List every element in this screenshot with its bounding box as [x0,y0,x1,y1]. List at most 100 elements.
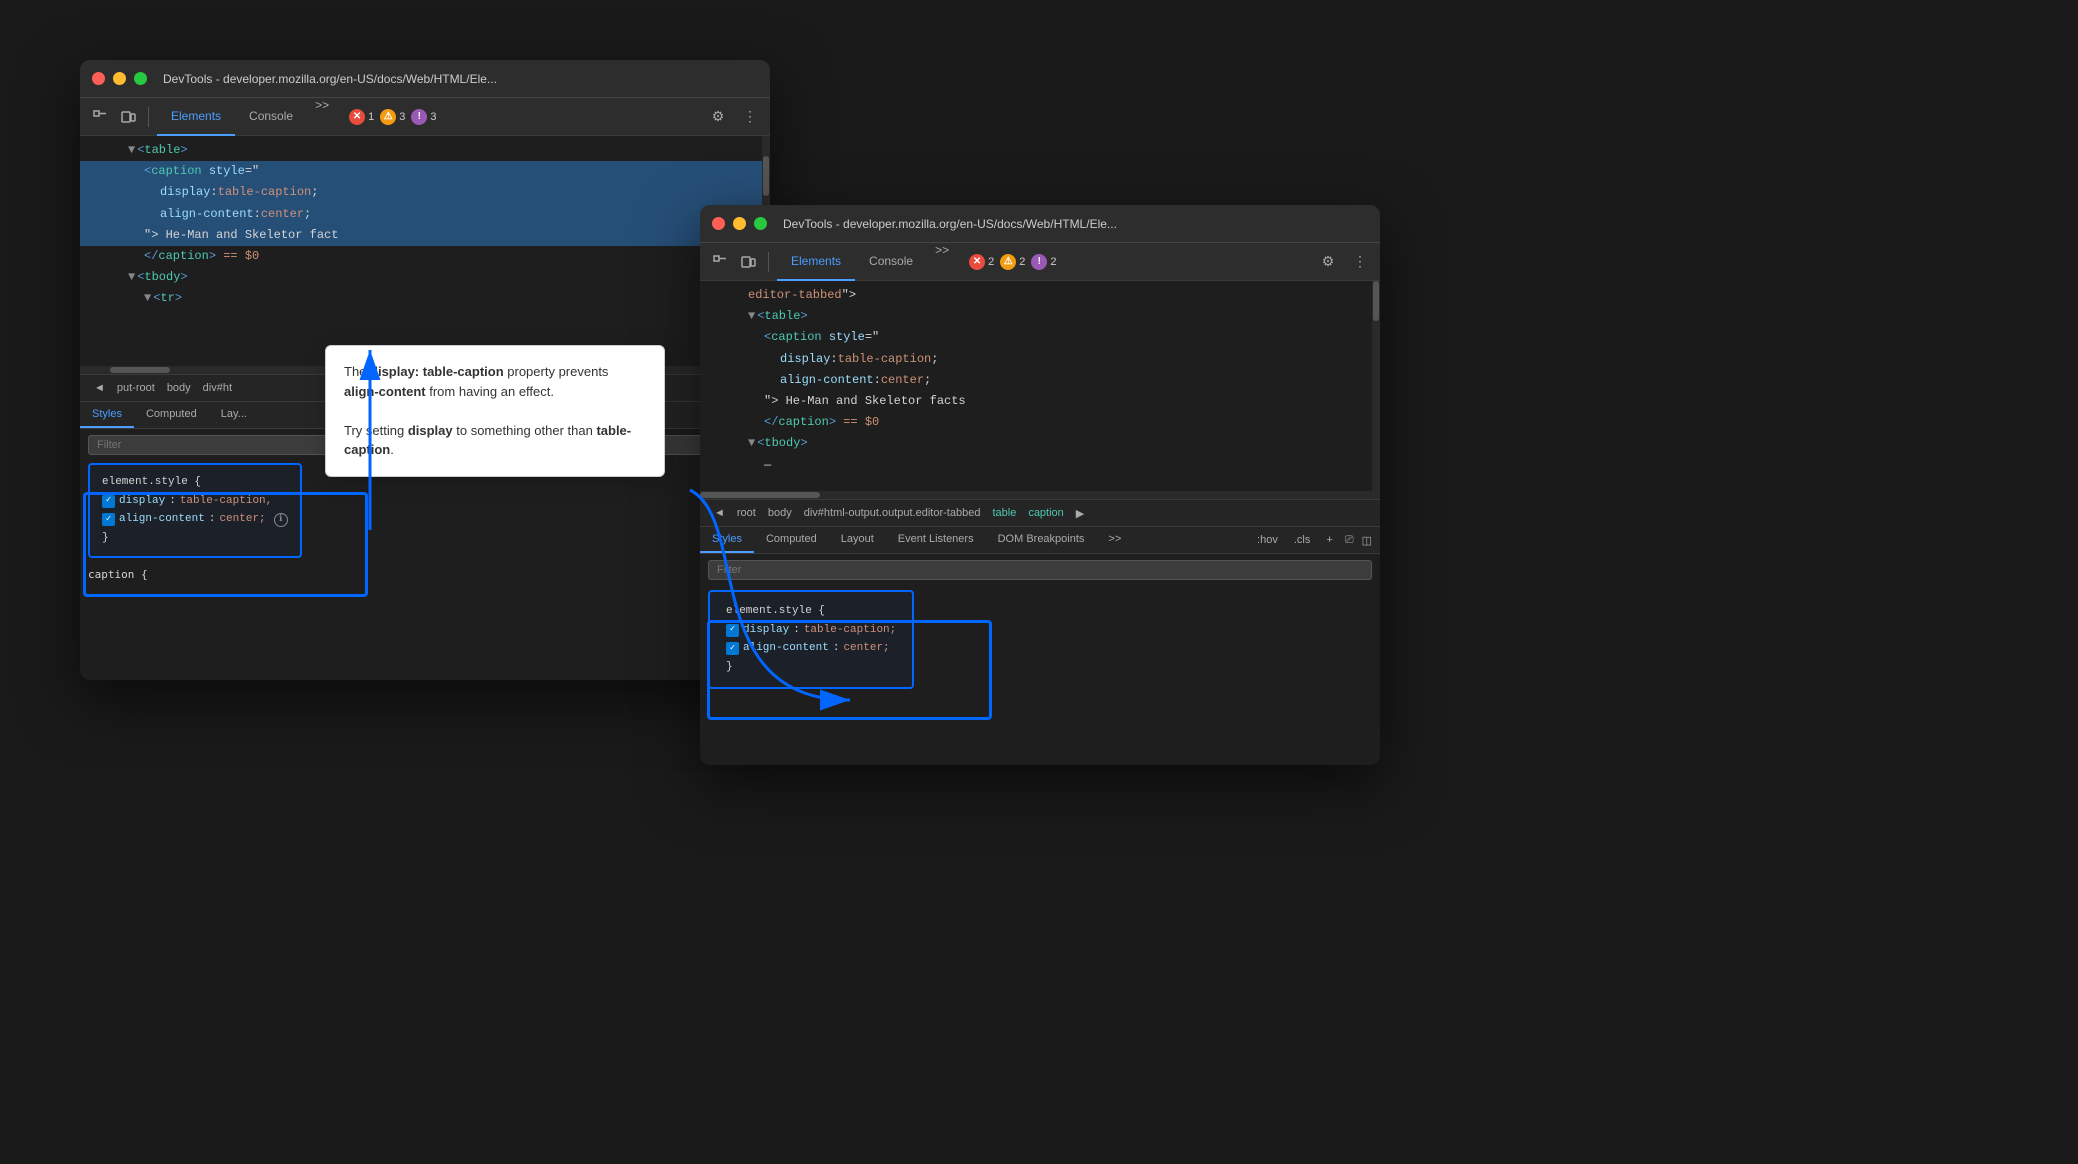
device-icon[interactable] [116,105,140,129]
breadcrumb-2: ◄ root body div#html-output.output.edito… [700,499,1380,527]
inspect-icon[interactable] [88,105,112,129]
minimize-button-1[interactable] [113,72,126,85]
more-icon-1[interactable]: ⋮ [738,105,762,129]
more-tabs-1[interactable]: >> [307,98,337,136]
tab-elements-2[interactable]: Elements [777,243,855,281]
html-line: ▼ <tbody> [80,267,770,288]
fullscreen-button-1[interactable] [134,72,147,85]
html-line: "> He-Man and Skeletor facts [700,391,1380,412]
filter-input-2[interactable] [708,560,1372,580]
breadcrumb-body-1[interactable]: body [161,380,197,396]
toolbar-divider-1 [148,107,149,127]
css-checkbox-align-2[interactable] [726,642,739,655]
settings-icon-1[interactable]: ⚙ [706,105,730,129]
html-line: <caption style=" [700,327,1380,348]
html-panel-1: ▼ <table> <caption style=" display: tabl… [80,136,770,366]
dom-breakpoints-tab[interactable]: DOM Breakpoints [986,527,1097,553]
badge-info-1: ! 3 [411,109,436,125]
html-line: </caption> == $0 [80,246,770,267]
fullscreen-button-2[interactable] [754,217,767,230]
css-highlighted-box-1: element.style { display : table-caption,… [88,463,302,558]
scroll-thumb-1 [763,156,769,196]
tab-console-2[interactable]: Console [855,243,927,281]
tab-console-1[interactable]: Console [235,98,307,136]
layout-tab-2[interactable]: Layout [829,527,886,553]
breadcrumb-put-root[interactable]: put-root [111,380,161,396]
html-line: editor-tabbed"> [700,285,1380,306]
more-icon-2[interactable]: ⋮ [1348,250,1372,274]
html-line: ▼ <table> [700,306,1380,327]
html-line: align-content: center; [80,204,770,225]
html-line: ▼ <table> [80,140,770,161]
window-title-1: DevTools - developer.mozilla.org/en-US/d… [163,72,497,86]
tab-bar-2: Elements Console >> [777,243,957,281]
badge-info-icon-2: ! [1031,254,1047,270]
hov-btn[interactable]: :hov [1253,532,1282,548]
breadcrumb-caption[interactable]: caption [1022,505,1069,521]
tab-elements-1[interactable]: Elements [157,98,235,136]
window-title-2: DevTools - developer.mozilla.org/en-US/d… [783,217,1117,231]
breadcrumb-back-1[interactable]: ◄ [88,380,111,396]
breadcrumb-table[interactable]: table [986,505,1022,521]
html-line: display: table-caption; [80,182,770,203]
hscroll-thumb-1 [110,367,170,373]
css-highlighted-box-2: element.style { display : table-caption;… [708,590,914,689]
h-scrollbar-2[interactable] [700,491,1380,499]
html-line: — [700,455,1380,476]
breadcrumb-body-2[interactable]: body [762,505,798,521]
css-selector-row-2: element.style { [726,602,896,621]
more-tabs-2[interactable]: >> [927,243,957,281]
breadcrumb-root[interactable]: root [731,505,762,521]
computed-tab-2[interactable]: Computed [754,527,829,553]
layout-tab-1[interactable]: Lay... [209,402,259,428]
css-block-2: element.style { display : table-caption;… [700,586,1380,693]
computed-tab-1[interactable]: Computed [134,402,209,428]
breadcrumb-back-2[interactable]: ◄ [708,505,731,521]
html-line: </caption> == $0 [700,412,1380,433]
cls-btn[interactable]: .cls [1290,532,1315,548]
titlebar-1: DevTools - developer.mozilla.org/en-US/d… [80,60,770,98]
html-line: "> He-Man and Skeletor fact [80,225,770,246]
event-listeners-tab[interactable]: Event Listeners [886,527,986,553]
css-close-row-2: } [726,658,896,677]
tooltip-text: The display: table-caption property prev… [344,364,631,457]
breadcrumb-forward-2[interactable]: ▶ [1070,505,1090,522]
close-button-1[interactable] [92,72,105,85]
scroll-track-2[interactable] [1372,281,1380,491]
more-tabs-bottom[interactable]: >> [1096,527,1133,553]
css-prop-row-display-2: display : table-caption; [726,621,896,640]
breadcrumb-div-1[interactable]: div#ht [197,380,238,396]
styles-tab-2[interactable]: Styles [700,527,754,553]
badge-error-2: ✕ 2 [969,254,994,270]
minimize-button-2[interactable] [733,217,746,230]
html-line: <caption style=" [80,161,770,182]
hscroll-thumb-2 [700,492,820,498]
copy-icon[interactable]: ⎚ [1345,534,1354,547]
scroll-thumb-2 [1373,281,1379,321]
badge-area-1: ✕ 1 ⚠ 3 ! 3 [349,109,436,125]
layout-icon[interactable]: ◫ [1362,534,1372,547]
badge-error-icon-2: ✕ [969,254,985,270]
info-icon-1[interactable]: ℹ [274,513,288,527]
html-panel-2: editor-tabbed"> ▼ <table> <caption style… [700,281,1380,491]
close-button-2[interactable] [712,217,725,230]
badge-warn-icon-2: ⚠ [1000,254,1016,270]
plus-btn[interactable]: + [1322,532,1336,548]
css-checkbox-display-2[interactable] [726,624,739,637]
styles-tab-1[interactable]: Styles [80,402,134,428]
html-line: ▼ <tbody> [700,433,1380,454]
inspect-icon-2[interactable] [708,250,732,274]
breadcrumb-div-2[interactable]: div#html-output.output.editor-tabbed [798,505,987,521]
badge-info-icon-1: ! [411,109,427,125]
css-checkbox-display-1[interactable] [102,495,115,508]
bottom-tabs-2: Styles Computed Layout Event Listeners D… [700,527,1380,554]
devtools-window-2: DevTools - developer.mozilla.org/en-US/d… [700,205,1380,765]
css-prop-row-align-2: align-content : center; [726,639,896,658]
settings-icon-2[interactable]: ⚙ [1316,250,1340,274]
css-checkbox-align-1[interactable] [102,513,115,526]
toolbar-1: Elements Console >> ✕ 1 ⚠ 3 ! 3 ⚙ ⋮ [80,98,770,136]
badge-error-1: ✕ 1 [349,109,374,125]
html-line: align-content: center; [700,370,1380,391]
caption-rule-1: caption { [80,562,770,589]
device-icon-2[interactable] [736,250,760,274]
